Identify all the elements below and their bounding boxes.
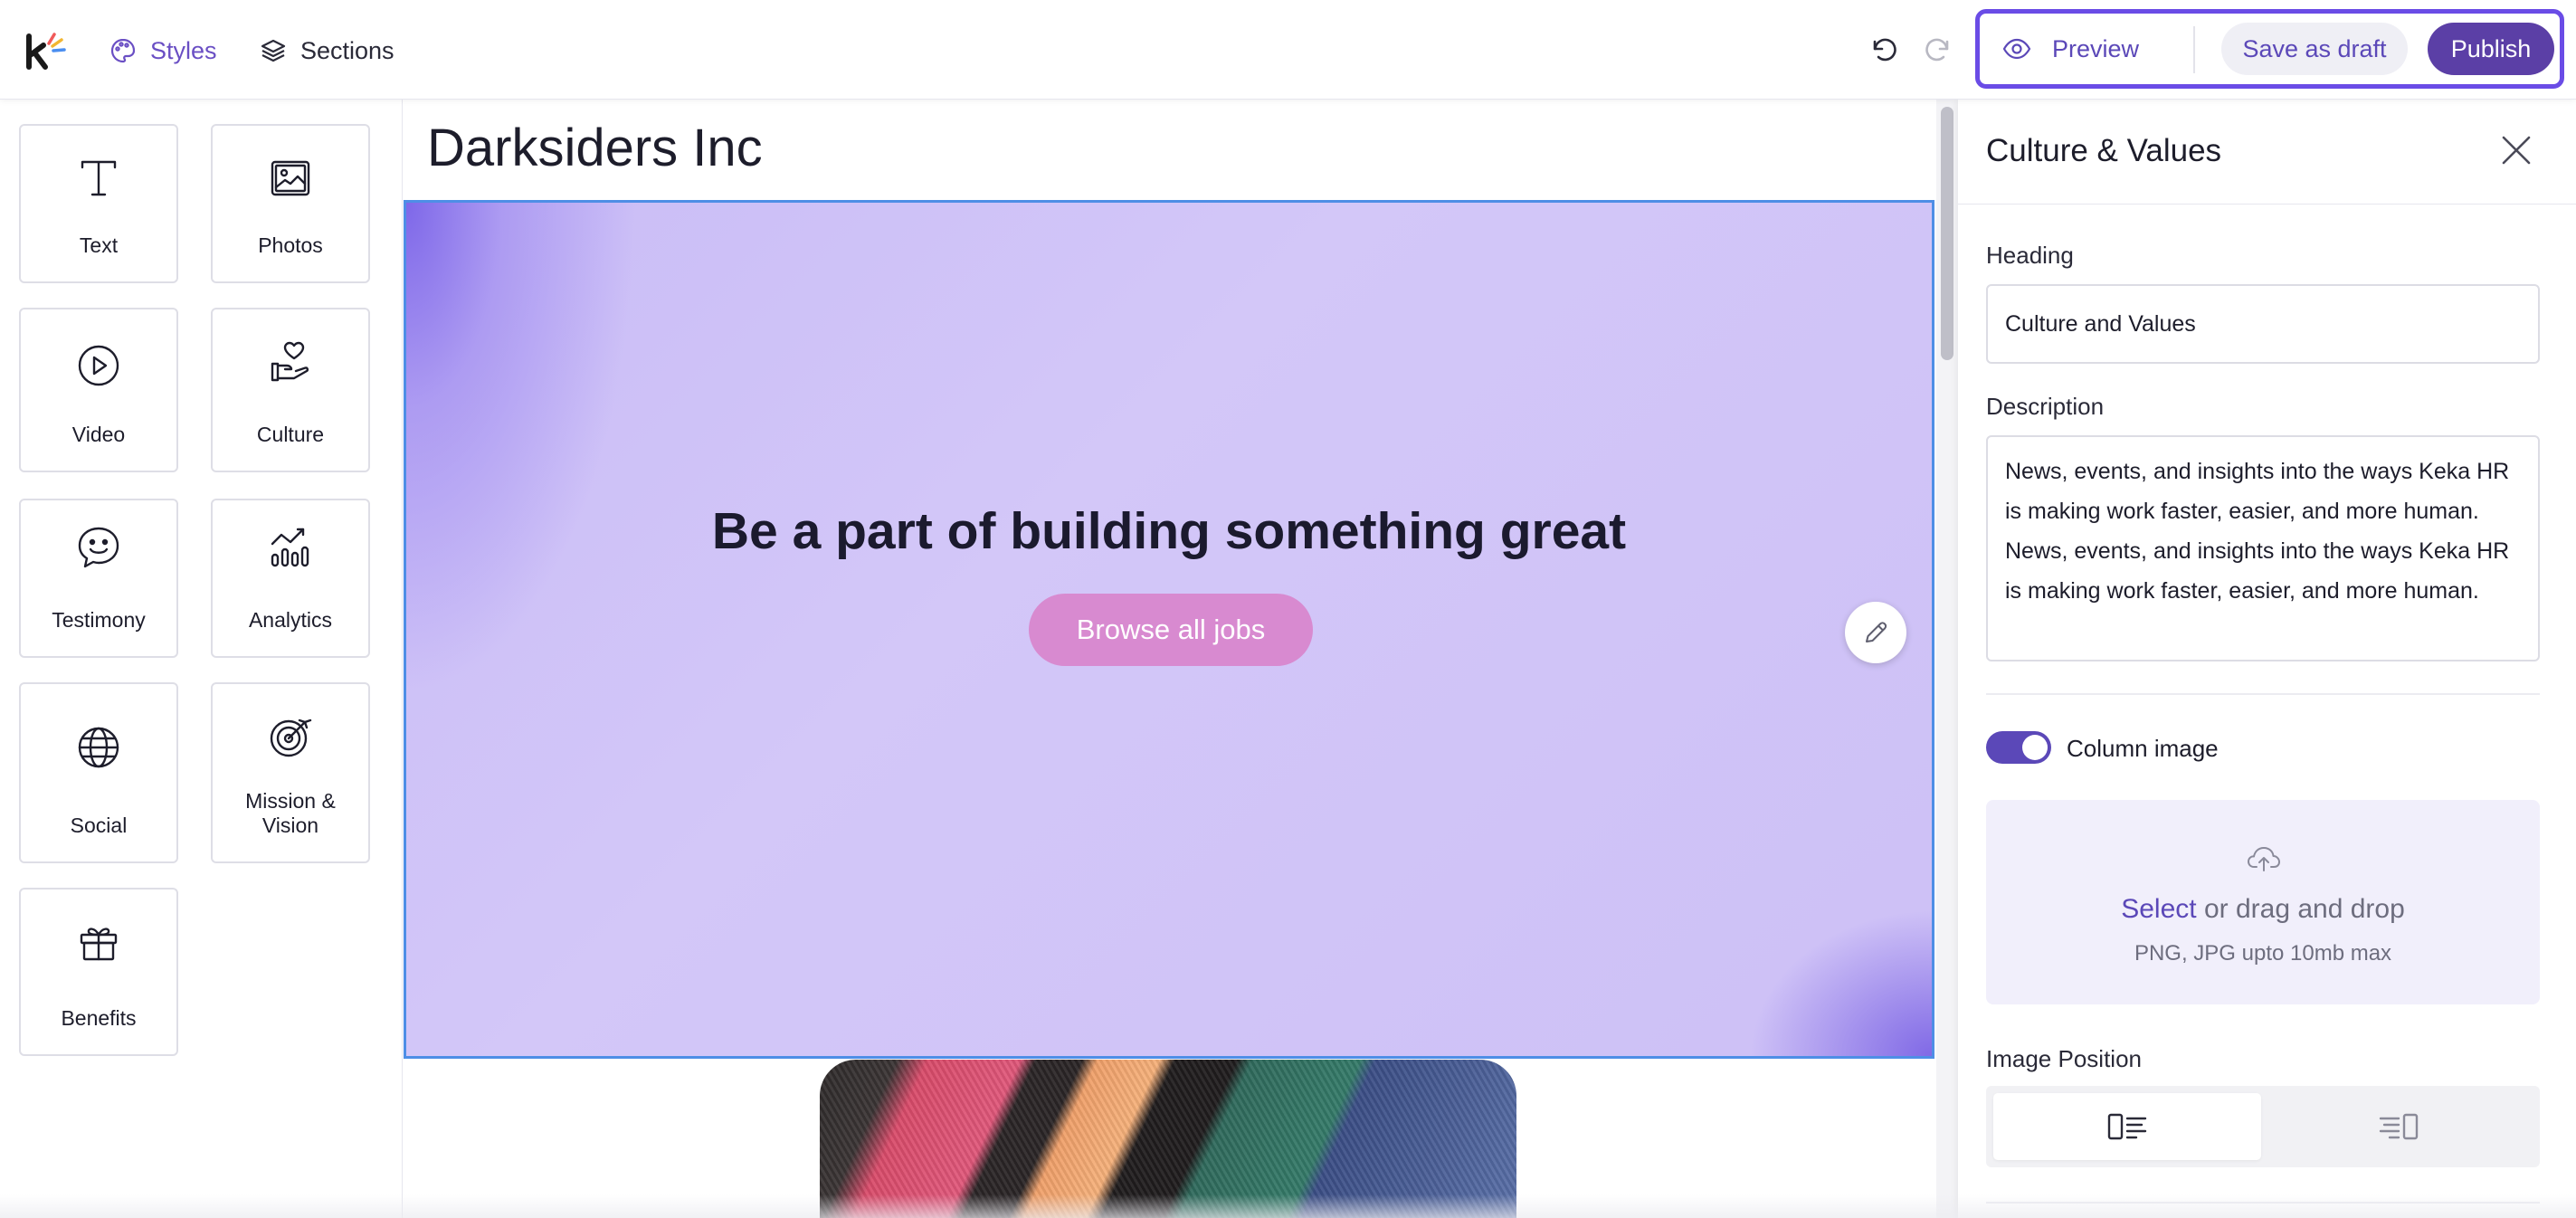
palette-icon bbox=[110, 38, 136, 63]
tile-label: Mission & Vision bbox=[245, 789, 336, 837]
section-tile-benefits[interactable]: Benefits bbox=[19, 888, 178, 1056]
text-icon bbox=[81, 160, 117, 196]
page-canvas: Darksiders Inc Be a part of building som… bbox=[404, 100, 1936, 1218]
edit-section-button[interactable] bbox=[1845, 602, 1906, 663]
tile-label: Social bbox=[70, 814, 128, 837]
tile-label: Benefits bbox=[61, 1006, 137, 1030]
tab-sections-label: Sections bbox=[300, 36, 394, 64]
upload-prompt: Select or drag and drop bbox=[1986, 894, 2540, 925]
canvas-scrollbar[interactable] bbox=[1936, 100, 1958, 1218]
tile-label: Photos bbox=[258, 233, 323, 257]
description-textarea[interactable]: News, events, and insights into the ways… bbox=[1986, 435, 2540, 661]
image-position-label: Image Position bbox=[1986, 1045, 2142, 1072]
publish-actions-group: Preview Save as draft Publish bbox=[1975, 9, 2564, 89]
heading-input[interactable] bbox=[1986, 284, 2540, 364]
image-right-icon bbox=[2379, 1113, 2419, 1140]
image-position-right-option[interactable] bbox=[2265, 1093, 2533, 1160]
heart-hand-icon bbox=[271, 341, 309, 382]
section-tile-mission-vision[interactable]: Mission & Vision bbox=[211, 682, 370, 863]
tile-label: Culture bbox=[256, 423, 325, 446]
image-position-selector bbox=[1986, 1086, 2540, 1167]
hero-title[interactable]: Be a part of building something great bbox=[406, 501, 1932, 561]
tab-styles[interactable]: Styles bbox=[109, 33, 217, 69]
divider bbox=[2193, 26, 2195, 73]
globe-icon bbox=[78, 727, 119, 768]
tile-label: Testimony bbox=[52, 608, 146, 632]
tile-label: Analytics bbox=[248, 608, 333, 632]
tab-styles-label: Styles bbox=[150, 36, 217, 64]
panel-title: Culture & Values bbox=[1986, 133, 2222, 168]
heading-label: Heading bbox=[1986, 242, 2074, 269]
scrollbar-thumb[interactable] bbox=[1941, 107, 1953, 360]
analytics-icon bbox=[271, 528, 309, 567]
image-left-icon bbox=[2107, 1113, 2147, 1140]
close-icon[interactable] bbox=[2496, 130, 2536, 170]
pencil-icon bbox=[1866, 622, 1887, 642]
redo-button[interactable] bbox=[1920, 31, 1956, 67]
hero-section[interactable]: Be a part of building something great Br… bbox=[404, 200, 1934, 1059]
smile-icon bbox=[78, 527, 119, 568]
section-tile-text[interactable]: Text bbox=[19, 124, 178, 283]
top-bar: Styles Sections Preview Save as draft Pu… bbox=[0, 0, 2576, 100]
column-image-toggle[interactable] bbox=[1986, 731, 2051, 764]
select-file-link[interactable]: Select bbox=[2121, 894, 2196, 924]
section-tile-social[interactable]: Social bbox=[19, 682, 178, 863]
keka-logo[interactable] bbox=[24, 31, 67, 71]
panel-header: Culture & Values bbox=[1958, 100, 2576, 205]
eye-icon bbox=[2002, 38, 2031, 60]
image-icon bbox=[271, 160, 310, 196]
preview-button[interactable]: Preview bbox=[2001, 28, 2139, 70]
description-label: Description bbox=[1986, 393, 2105, 420]
image-position-left-option[interactable] bbox=[1993, 1093, 2261, 1160]
section-tile-testimony[interactable]: Testimony bbox=[19, 499, 178, 658]
publish-button[interactable]: Publish bbox=[2428, 23, 2554, 75]
column-image-label: Column image bbox=[2067, 735, 2219, 762]
company-name[interactable]: Darksiders Inc bbox=[427, 118, 763, 178]
browse-jobs-button[interactable]: Browse all jobs bbox=[1029, 594, 1313, 666]
image-upload-dropzone[interactable]: Select or drag and drop PNG, JPG upto 10… bbox=[1986, 800, 2540, 1004]
section-tile-video[interactable]: Video bbox=[19, 308, 178, 472]
save-draft-button[interactable]: Save as draft bbox=[2221, 23, 2408, 75]
gift-icon bbox=[80, 928, 118, 961]
undo-button[interactable] bbox=[1866, 31, 1902, 67]
target-icon bbox=[270, 718, 312, 757]
upload-hint: PNG, JPG upto 10mb max bbox=[2134, 941, 2392, 966]
toggle-knob bbox=[2022, 735, 2048, 760]
sections-sidebar: Text Photos Video Culture Testimony Anal… bbox=[0, 100, 403, 1218]
section-tile-analytics[interactable]: Analytics bbox=[211, 499, 370, 658]
tile-label: Video bbox=[71, 423, 126, 446]
undo-icon bbox=[1873, 38, 1896, 62]
tab-sections[interactable]: Sections bbox=[259, 33, 394, 69]
upload-prompt-rest: or drag and drop bbox=[2196, 894, 2405, 924]
tile-label: Text bbox=[79, 233, 119, 257]
redo-icon bbox=[1925, 38, 1949, 62]
divider bbox=[1986, 1202, 2540, 1204]
layers-icon bbox=[261, 39, 286, 62]
play-icon bbox=[78, 345, 119, 386]
divider bbox=[1986, 693, 2540, 695]
section-tile-photos[interactable]: Photos bbox=[211, 124, 370, 283]
cloud-upload-icon bbox=[2248, 847, 2280, 871]
section-tile-culture[interactable]: Culture bbox=[211, 308, 370, 472]
section-settings-panel: Culture & Values Heading Description New… bbox=[1958, 100, 2576, 1218]
culture-photo bbox=[820, 1060, 1516, 1218]
preview-label: Preview bbox=[2052, 34, 2140, 62]
